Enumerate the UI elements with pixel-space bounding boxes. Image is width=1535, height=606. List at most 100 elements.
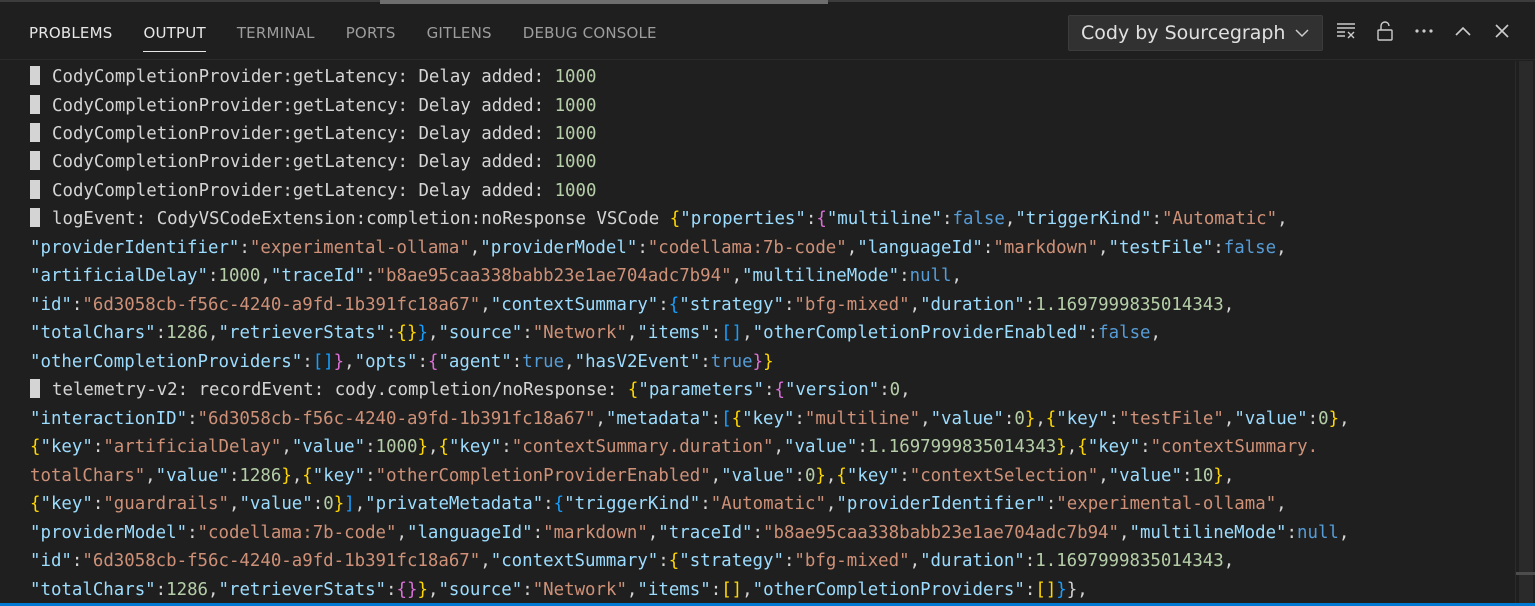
log-token: 1.1697999835014343 [867,437,1057,457]
log-token: , [1098,237,1109,258]
log-marker [30,379,40,398]
scrollbar-marker [1516,572,1535,575]
log-token: "codellama:7b-code" [647,237,847,258]
log-token: , [260,266,271,286]
log-token: "totalChars" [30,323,156,343]
log-token: "metadata" [605,408,711,429]
log-token: "bfg-mixed" [794,294,910,315]
output-log[interactable]: CodyCompletionProvider:getLatency: Delay… [0,61,1515,606]
log-token: 0 [1014,408,1025,429]
output-channel-value: Cody by Sourcegraph [1081,22,1286,44]
log-token: , [1118,522,1130,543]
log-token: { [731,408,743,429]
log-token: , [626,579,638,600]
log-token: : [1151,209,1162,229]
log-token: 1000 [554,95,597,116]
output-scrollbar[interactable] [1515,61,1535,606]
maximize-panel-button[interactable] [1450,18,1476,44]
log-token: , [1276,494,1287,514]
log-token: , [1339,408,1350,429]
log-token: "contextSummary. [1150,437,1319,457]
log-token: "key" [448,437,502,457]
log-token: , [1150,323,1161,343]
tab-debug-console[interactable]: DEBUG CONSOLE [523,6,657,60]
log-token: "contextSummary" [490,551,659,571]
log-token: : [637,237,648,258]
tab-problems[interactable]: PROBLEMS [29,6,112,60]
log-token: { [836,465,847,486]
log-line: "interactionID":"6d3058cb-f56c-4240-a9fd… [30,405,1350,433]
log-token: "languageId" [857,237,983,258]
log-token: : [982,237,994,258]
log-token: "key" [40,494,93,514]
output-channel-select[interactable]: Cody by Sourcegraph [1068,15,1323,51]
panel-resize-bar[interactable] [0,0,1535,4]
log-token: : [700,351,711,372]
lock-scroll-button[interactable] [1372,18,1398,44]
log-token: : [857,437,868,457]
log-token: } [1056,579,1067,600]
chevron-up-icon [1455,26,1471,36]
log-token: "value" [721,465,795,486]
log-token: {} [396,323,418,343]
log-line: CodyCompletionProvider:getLatency: Delay… [30,120,596,148]
log-token: : [710,323,722,343]
tab-gitlens[interactable]: GITLENS [427,6,492,60]
log-token: "retrieverStats" [218,323,387,343]
log-line: "id":"6d3058cb-f56c-4240-a9fd-1b391fc18a… [30,291,1234,319]
log-token: "multilineMode" [742,266,900,286]
log-token: : [155,579,167,600]
log-token: : [511,351,523,372]
log-token: } [1024,408,1036,429]
log-token: "otherCompletionProviderEnabled" [375,465,711,486]
log-token: : [763,380,775,400]
log-token: ] [344,494,355,514]
log-token: "artificialDelay" [30,266,208,286]
log-token: : [187,408,198,429]
clear-output-button[interactable] [1333,18,1359,44]
log-token: , [427,323,439,343]
log-token: [] [1035,579,1057,600]
log-token: , [825,494,837,514]
log-token: : [942,209,953,229]
log-token: "codellama:7b-code" [197,522,397,543]
log-token: , [742,579,753,600]
log-token: : [92,494,104,514]
log-token: , [846,237,858,258]
log-token: "contextSummary.duration" [511,437,774,457]
log-token: "6d3058cb-f56c-4240-a9fd-1b391fc18a67" [197,408,596,429]
log-token: : [532,522,544,543]
log-token: , [710,465,722,486]
log-token: "key" [742,408,795,429]
log-token: 1286 [166,579,209,600]
log-token: totalChars" [30,465,146,486]
log-token: "languageId" [406,522,533,543]
tab-ports[interactable]: PORTS [346,6,396,60]
scrollbar-thumb[interactable] [1519,61,1533,606]
log-token: : [71,551,83,571]
log-token: } [417,579,428,600]
log-token: "key" [1056,408,1109,429]
tab-output[interactable]: OUTPUT [143,6,207,60]
log-token: , [1223,465,1235,486]
log-token: } [752,351,764,372]
log-token: CodyCompletionProvider:getLatency: Delay… [52,124,555,144]
more-actions-button[interactable] [1411,18,1437,44]
log-token: "value" [1108,465,1182,486]
log-token: "Network" [532,579,627,600]
log-token: : [208,266,219,286]
log-token: "duration" [920,294,1025,315]
log-token: , [1066,437,1078,457]
log-token: "totalChars" [30,579,156,600]
panel-resize-thumb[interactable] [380,0,828,4]
log-token: "privateMetadata" [365,494,544,514]
log-token: CodyCompletionProvider:getLatency: Delay… [52,180,555,201]
log-token: : [1213,237,1224,258]
log-token: "multiline" [804,408,921,429]
log-token: "testFile" [1108,237,1214,258]
log-token: "b8ae95caa338babb23e1ae704adc7b94" [375,266,732,286]
log-token: "b8ae95caa338babb23e1ae704adc7b94" [763,522,1119,543]
tab-terminal[interactable]: TERMINAL [237,6,315,60]
unlock-icon [1377,21,1393,41]
close-panel-button[interactable] [1489,18,1515,44]
